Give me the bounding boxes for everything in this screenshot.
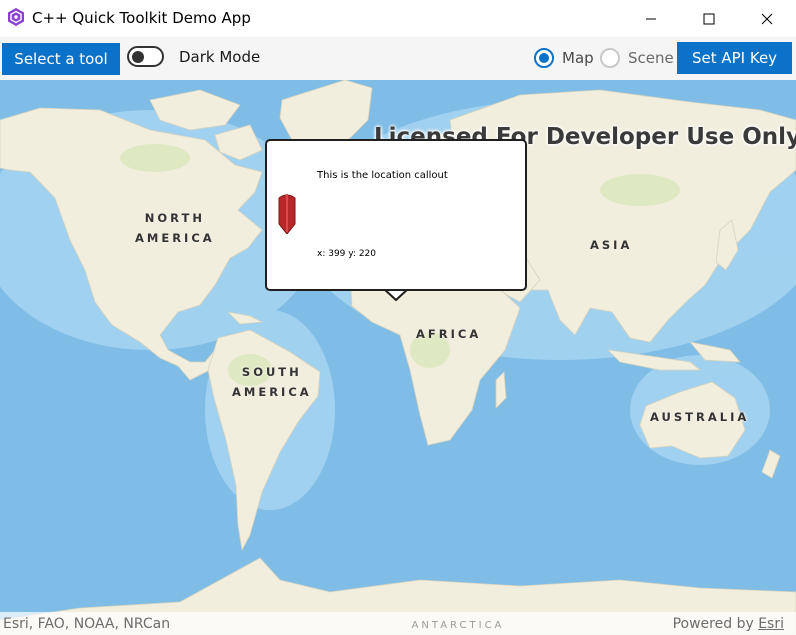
qt-quick-logo-icon <box>8 8 24 26</box>
asia-label: ASIA <box>590 238 633 252</box>
powered-by: Powered by Esri <box>673 616 784 632</box>
scene-radio-label[interactable]: Scene <box>628 49 674 67</box>
minimize-button[interactable] <box>622 0 680 37</box>
callout-title: This is the location callout <box>317 170 448 181</box>
set-api-key-button[interactable]: Set API Key <box>677 42 792 74</box>
select-tool-button[interactable]: Select a tool <box>2 43 120 75</box>
title-bar: C++ Quick Toolkit Demo App <box>0 0 796 37</box>
australia-label: AUSTRALIA <box>650 410 750 424</box>
radio-selected-dot <box>539 53 549 63</box>
africa-label: AFRICA <box>416 327 482 341</box>
antarctica-label: ANTARCTICA <box>411 620 505 631</box>
map-radio-button[interactable] <box>534 48 554 68</box>
close-button[interactable] <box>738 0 796 37</box>
toolbar: Select a tool Dark Mode Map Scene Set AP… <box>0 37 796 80</box>
location-callout: This is the location callout x: 399 y: 2… <box>265 139 527 291</box>
toggle-knob <box>132 50 144 63</box>
dark-mode-toggle[interactable] <box>127 46 164 67</box>
powered-by-text: Powered by <box>672 616 754 632</box>
dark-mode-label: Dark Mode <box>179 48 261 66</box>
scene-radio-button[interactable] <box>600 48 620 68</box>
minimize-icon <box>646 18 656 19</box>
map-view[interactable]: Licensed For Developer Use Only NORTH AM… <box>0 80 796 635</box>
location-pin-icon <box>278 194 296 234</box>
close-icon <box>761 13 773 24</box>
north-america-label: NORTH AMERICA <box>135 211 215 245</box>
map-attribution-bar: Esri, FAO, NOAA, NRCan ANTARCTICA Powere… <box>0 612 796 635</box>
maximize-button[interactable] <box>680 0 738 37</box>
window-title: C++ Quick Toolkit Demo App <box>32 9 251 27</box>
esri-link[interactable]: Esri <box>758 616 784 632</box>
map-radio-label[interactable]: Map <box>562 49 594 67</box>
maximize-icon <box>703 13 715 24</box>
attribution-sources: Esri, FAO, NOAA, NRCan <box>3 616 171 632</box>
callout-coordinates: x: 399 y: 220 <box>317 249 377 259</box>
south-america-label: SOUTH AMERICA <box>232 365 312 399</box>
